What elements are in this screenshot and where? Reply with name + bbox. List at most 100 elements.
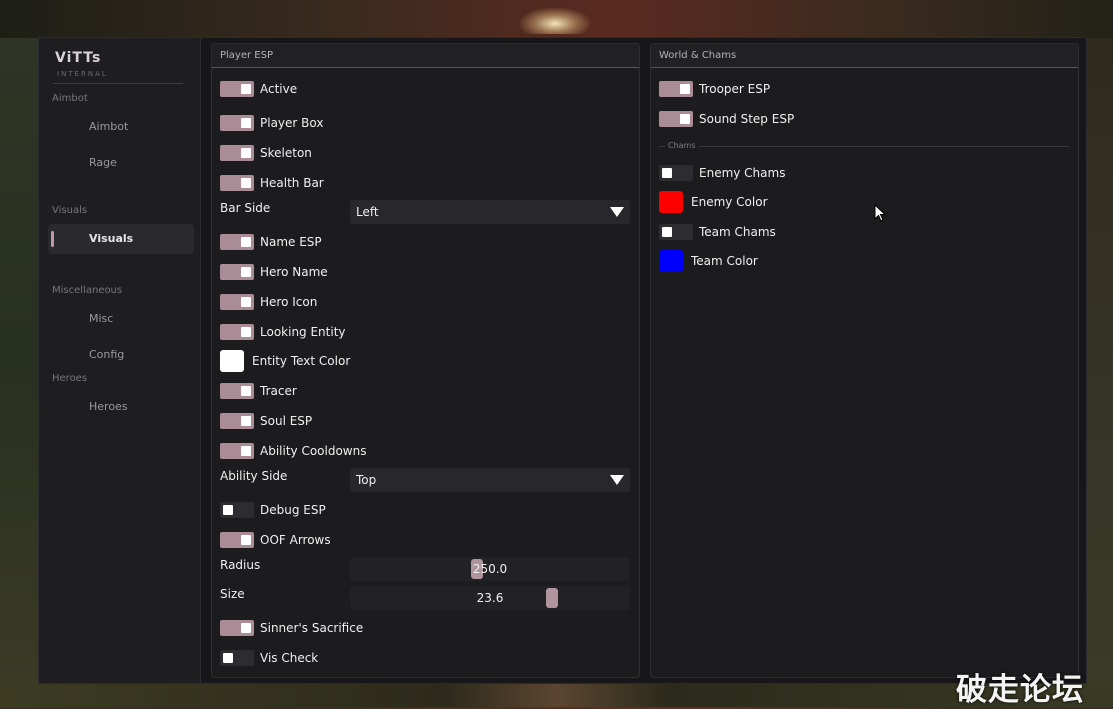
toggle-knob: [680, 114, 690, 124]
dropdown-arrow-icon: [610, 207, 624, 217]
enemy-chams-toggle[interactable]: [659, 165, 693, 181]
toggle-knob: [241, 178, 251, 188]
toggle-label: Active: [260, 82, 298, 96]
watermark: 破走论坛: [956, 672, 1084, 708]
toggle-knob: [241, 623, 251, 633]
skeleton-toggle[interactable]: [220, 145, 254, 161]
tracer-toggle[interactable]: [220, 383, 254, 399]
sidebar-item-visuals[interactable]: Visuals: [48, 224, 194, 254]
bar-side-label: Bar Side: [220, 201, 271, 215]
cheat-menu-window: ViTTs INTERNAL Aimbot Aimbot Rage Visual…: [38, 37, 1087, 684]
toggle-label: Ability Cooldowns: [260, 444, 367, 458]
mouse-cursor-icon: [874, 204, 886, 222]
toggle-knob: [241, 118, 251, 128]
sidebar-section-aimbot: Aimbot: [52, 93, 88, 104]
sound-step-esp-toggle[interactable]: [659, 111, 693, 127]
team-color-swatch[interactable]: [659, 250, 683, 272]
active-indicator: [51, 231, 54, 247]
toggle-knob: [241, 416, 251, 426]
chandelier-glow: [520, 8, 590, 34]
hero-name-toggle[interactable]: [220, 264, 254, 280]
sidebar-item-misc[interactable]: Misc: [48, 304, 194, 334]
toggle-knob: [241, 535, 251, 545]
toggle-label: Hero Name: [260, 265, 328, 279]
toggle-label: Hero Icon: [260, 295, 318, 309]
health-bar-toggle[interactable]: [220, 175, 254, 191]
sidebar-item-rage[interactable]: Rage: [48, 148, 194, 178]
radius-label: Radius: [220, 558, 261, 572]
toggle-label: OOF Arrows: [260, 533, 331, 547]
toggle-label: Player Box: [260, 116, 324, 130]
hero-icon-toggle[interactable]: [220, 294, 254, 310]
active-toggle[interactable]: [220, 81, 254, 97]
dropdown-arrow-icon: [610, 475, 624, 485]
ability-side-select[interactable]: Top: [350, 468, 630, 492]
toggle-knob: [223, 505, 233, 515]
toggle-label: Looking Entity: [260, 325, 346, 339]
sidebar-section-heroes: Heroes: [52, 373, 88, 384]
sidebar-section-miscellaneous: Miscellaneous: [52, 285, 123, 296]
select-value: Top: [356, 473, 377, 487]
toggle-knob: [241, 84, 251, 94]
bar-side-select[interactable]: Left: [350, 200, 630, 224]
toggle-knob: [662, 168, 672, 178]
chams-separator-line-left: [659, 146, 665, 147]
color-label: Entity Text Color: [252, 354, 351, 368]
game-background-bottom: [0, 684, 1113, 707]
world-chams-panel: World & Chams Trooper ESP Sound Step ESP…: [650, 43, 1079, 678]
panel-title: World & Chams: [651, 44, 1078, 68]
toggle-knob: [241, 148, 251, 158]
soul-esp-toggle[interactable]: [220, 413, 254, 429]
player-box-toggle[interactable]: [220, 115, 254, 131]
debug-esp-toggle[interactable]: [220, 502, 254, 518]
chams-separator-line-right: [699, 146, 1069, 147]
sidebar-item-config[interactable]: Config: [48, 340, 194, 370]
toggle-knob: [241, 267, 251, 277]
toggle-knob: [662, 227, 672, 237]
chams-separator-label: Chams: [668, 141, 696, 150]
looking-entity-toggle[interactable]: [220, 324, 254, 340]
name-esp-toggle[interactable]: [220, 234, 254, 250]
toggle-knob: [223, 653, 233, 663]
size-slider[interactable]: 23.6: [350, 586, 630, 610]
player-esp-panel: Player ESP Active Player Box Skeleton He…: [211, 43, 640, 678]
color-label: Enemy Color: [691, 195, 768, 209]
toggle-label: Soul ESP: [260, 414, 313, 428]
slider-value: 23.6: [476, 591, 504, 605]
enemy-color-swatch[interactable]: [659, 191, 683, 213]
brand-divider: [53, 83, 183, 84]
sidebar-item-heroes[interactable]: Heroes: [48, 392, 194, 422]
team-chams-toggle[interactable]: [659, 224, 693, 240]
entity-text-color-swatch[interactable]: [220, 350, 244, 372]
toggle-label: Enemy Chams: [699, 166, 786, 180]
toggle-knob: [680, 84, 690, 94]
toggle-label: Sinner's Sacrifice: [260, 621, 364, 635]
toggle-label: Skeleton: [260, 146, 312, 160]
slider-value: 250.0: [472, 562, 508, 576]
radius-slider[interactable]: 250.0: [350, 557, 630, 581]
sidebar-section-visuals: Visuals: [52, 205, 88, 216]
ability-cooldowns-toggle[interactable]: [220, 443, 254, 459]
brand-subtitle: INTERNAL: [57, 70, 108, 78]
toggle-knob: [241, 237, 251, 247]
toggle-label: Tracer: [260, 384, 297, 398]
toggle-label: Trooper ESP: [699, 82, 771, 96]
toggle-label: Sound Step ESP: [699, 112, 795, 126]
toggle-label: Vis Check: [260, 651, 319, 665]
oof-arrows-toggle[interactable]: [220, 532, 254, 548]
size-label: Size: [220, 587, 245, 601]
toggle-label: Debug ESP: [260, 503, 326, 517]
sinners-sacrifice-toggle[interactable]: [220, 620, 254, 636]
toggle-knob: [241, 446, 251, 456]
toggle-label: Health Bar: [260, 176, 324, 190]
vis-check-toggle[interactable]: [220, 650, 254, 666]
brand-title: ViTTs: [55, 50, 102, 66]
game-background-right: [1087, 38, 1113, 684]
panel-title: Player ESP: [212, 44, 639, 68]
toggle-knob: [241, 297, 251, 307]
toggle-label: Name ESP: [260, 235, 322, 249]
sidebar-item-aimbot[interactable]: Aimbot: [48, 112, 194, 142]
game-background-left: [0, 38, 38, 684]
trooper-esp-toggle[interactable]: [659, 81, 693, 97]
sidebar: ViTTs INTERNAL Aimbot Aimbot Rage Visual…: [39, 38, 201, 683]
